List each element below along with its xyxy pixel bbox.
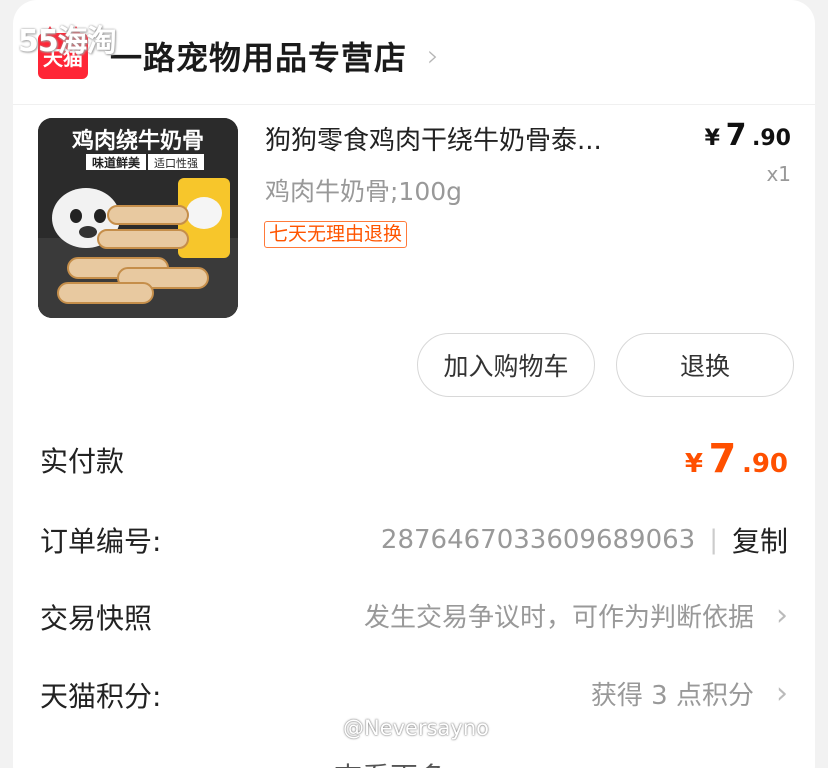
order-number: 2876467033609689063 [380, 525, 696, 555]
product-title[interactable]: 狗狗零食鸡肉干绕牛奶骨泰... [265, 120, 685, 157]
price-currency: ¥ [704, 126, 720, 151]
price-integer: 7 [725, 118, 747, 153]
product-quantity: x1 [766, 162, 791, 186]
points-value: 获得 3 点积分 [590, 681, 754, 711]
snapshot-value: 发生交易争议时，可作为判断依据 [363, 603, 754, 633]
shop-name[interactable]: 一路宠物用品专营店 [110, 33, 407, 79]
product-price: ¥ 7 .90 [705, 118, 791, 153]
chevron-right-icon: › [427, 38, 440, 74]
chevron-right-icon: › [776, 598, 788, 633]
site-watermark: 55海淘 [18, 24, 117, 59]
paid-decimal: .90 [741, 449, 788, 479]
order-number-row: 2876467033609689063 | 复制 [381, 520, 788, 560]
chevron-right-icon: › [776, 676, 788, 711]
weibo-watermark: @Neversayno [343, 716, 490, 740]
divider [13, 104, 815, 105]
return-button[interactable]: 退换 [616, 333, 794, 397]
paid-label: 实付款 [40, 445, 125, 478]
paid-amount: ¥ 7 .90 [685, 436, 788, 482]
product-image-sub-2: 适口性强 [154, 156, 198, 170]
points-row[interactable]: 获得 3 点积分 › [591, 675, 788, 712]
price-decimal: .90 [752, 126, 791, 151]
copy-button[interactable]: 复制 [732, 520, 788, 560]
snapshot-row[interactable]: 发生交易争议时，可作为判断依据 › [364, 597, 788, 634]
snapshot-label: 交易快照 [40, 602, 153, 635]
product-image-title: 鸡肉绕牛奶骨 [71, 128, 204, 154]
order-separator: | [709, 525, 718, 555]
product-spec: 鸡肉牛奶骨;100g [265, 177, 463, 206]
order-number-label: 订单编号: [40, 525, 162, 558]
add-to-cart-button[interactable]: 加入购物车 [417, 333, 595, 397]
view-more-link[interactable]: 查看更多 [334, 756, 446, 768]
product-photo: 鸡肉绕牛奶骨 味道鲜美 适口性强 [38, 118, 238, 318]
product-image[interactable]: 鸡肉绕牛奶骨 味道鲜美 适口性强 [38, 118, 238, 318]
paid-integer: 7 [708, 436, 737, 482]
paid-currency: ¥ [684, 449, 703, 479]
product-image-sub-1: 味道鲜美 [92, 155, 141, 170]
seven-day-return-tag: 七天无理由退换 [264, 221, 408, 248]
points-label: 天猫积分: [40, 680, 162, 713]
